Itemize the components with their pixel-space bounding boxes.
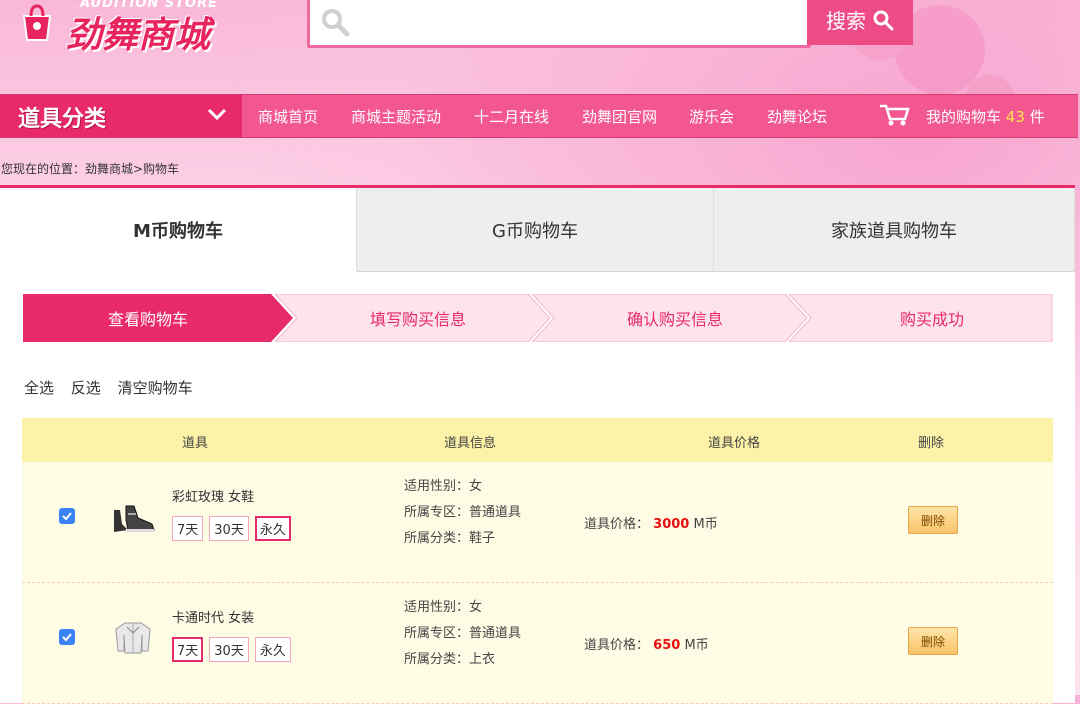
nav-item-forum[interactable]: 劲舞论坛 [767,106,827,127]
cart-actions: 全选 反选 清空购物车 [24,377,205,398]
item-checkbox[interactable] [59,629,75,645]
duration-option-7d[interactable]: 7天 [172,516,204,541]
item-name: 彩虹玫瑰 女鞋 [172,490,255,505]
duration-option-7d[interactable]: 7天 [172,637,204,662]
search-icon [873,10,894,30]
item-checkbox[interactable] [59,508,75,524]
tab-m-coin-cart[interactable]: M币购物车 [0,188,357,272]
jacket-icon [115,622,151,654]
header-price: 道具价格 [708,436,761,451]
delete-button[interactable]: 删除 [908,627,958,655]
main-nav: 道具分类 商城首页 商城主题活动 十二月在线 劲舞团官网 游乐会 劲舞论坛 我的… [0,94,1078,138]
header-item-info: 道具信息 [444,436,497,451]
search-button[interactable]: 搜索 [807,0,913,45]
cart-panel: M币购物车 G币购物车 家族道具购物车 查看购物车 填写购买信息 确认购买信息 … [0,185,1075,704]
search-icon [322,9,350,37]
select-all-link[interactable]: 全选 [24,379,54,397]
item-info: 适用性别：女 所属专区：普通道具 所属分类：鞋子 [404,474,521,552]
step-view-cart: 查看购物车 [107,310,188,329]
item-price: 道具价格： 3000 M币 [584,513,718,532]
nav-item-fun-club[interactable]: 游乐会 [689,106,734,127]
header-delete: 删除 [918,436,945,451]
nav-item-events[interactable]: 商城主题活动 [351,106,441,127]
search-input[interactable] [307,0,811,48]
tab-family-cart[interactable]: 家族道具购物车 [714,188,1075,272]
price-value: 3000 [653,517,690,532]
checkbox-icon [62,512,72,521]
shopping-bag-icon [22,4,52,41]
step-fill-info: 填写购买信息 [369,310,466,329]
table-header: 道具 道具信息 道具价格 删除 [22,418,1053,462]
item-gender: 适用性别：女 [404,600,483,615]
delete-button[interactable]: 删除 [908,506,958,534]
price-value: 650 [653,638,681,653]
duration-option-permanent[interactable]: 永久 [254,516,291,541]
breadcrumb: 您现在的位置：劲舞商城>购物车 [1,162,180,176]
nav-item-december-online[interactable]: 十二月在线 [474,106,549,127]
price-currency: M币 [684,638,709,653]
step-confirm-info: 确认购买信息 [626,310,723,329]
checkbox-icon [62,633,72,642]
nav-item-official-site[interactable]: 劲舞团官网 [582,106,657,127]
clear-cart-link[interactable]: 清空购物车 [118,379,193,397]
item-zone: 所属专区：普通道具 [404,626,522,641]
progress-steps: 查看购物车 填写购买信息 确认购买信息 购买成功 [23,294,1053,342]
duration-option-30d[interactable]: 30天 [209,637,249,662]
search-button-label: 搜索 [826,9,866,33]
logo-name: 劲舞商城 [66,14,211,56]
item-price: 道具价格： 650 M币 [584,634,709,653]
item-zone: 所属专区：普通道具 [404,505,522,520]
price-label: 道具价格： [584,638,650,653]
category-label: 道具分类 [18,107,107,132]
duration-options: 7天 30天 永久 [172,516,291,541]
category-menu[interactable]: 道具分类 [0,95,242,137]
item-info: 适用性别：女 所属专区：普通道具 所属分类：上衣 [404,595,521,673]
duration-options: 7天 30天 永久 [172,637,291,662]
item-category: 所属分类：鞋子 [404,531,496,546]
logo[interactable]: AUDITION STORE 劲舞商城 [8,0,258,62]
header: AUDITION STORE 劲舞商城 搜索 [0,0,1080,125]
price-label: 道具价格： [584,517,650,532]
cart-label: 我的购物车 [926,108,1002,126]
item-category: 所属分类：上衣 [404,652,496,667]
cart-icon[interactable] [878,103,910,127]
price-currency: M币 [693,517,718,532]
cart-link[interactable]: 我的购物车 43 件 [926,106,1045,127]
cart-unit: 件 [1029,108,1045,126]
item-gender: 适用性别：女 [404,479,483,494]
shoe-icon [114,505,155,532]
chevron-down-icon [207,108,227,121]
table-row: 彩虹玫瑰 女鞋 7天 30天 永久 适用性别：女 所属专区：普通道具 所属分类：… [22,462,1053,583]
nav-item-home[interactable]: 商城首页 [258,106,318,127]
header-item: 道具 [182,436,209,451]
duration-option-30d[interactable]: 30天 [209,516,249,541]
step-success: 购买成功 [899,310,964,329]
invert-selection-link[interactable]: 反选 [71,379,101,397]
table-row: 卡通时代 女装 7天 30天 永久 适用性别：女 所属专区：普通道具 所属分类：… [22,583,1053,704]
item-name: 卡通时代 女装 [172,611,255,626]
duration-option-permanent[interactable]: 永久 [254,637,291,662]
tab-g-coin-cart[interactable]: G币购物车 [357,188,714,272]
cart-count: 43 [1005,108,1025,126]
